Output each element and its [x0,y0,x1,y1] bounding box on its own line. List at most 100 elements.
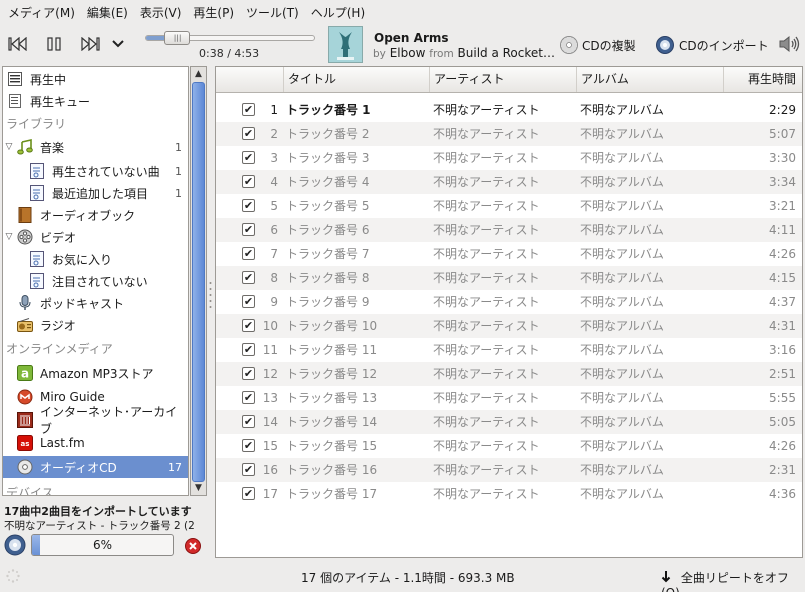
table-row[interactable]: ✔ 13 トラック番号 13 不明なアーティスト 不明なアルバム 5:55 [216,386,802,410]
pane-divider-handle[interactable] [208,280,213,310]
table-row[interactable]: ✔ 16 トラック番号 16 不明なアーティスト 不明なアルバム 2:31 [216,458,802,482]
menu-playback[interactable]: 再生(P) [189,4,238,21]
table-row[interactable]: ✔ 3 トラック番号 3 不明なアーティスト 不明なアルバム 3:30 [216,146,802,170]
sidebar-item-videos[interactable]: ▽ ビデオ [3,226,188,248]
sidebar-item-unplayed[interactable]: 再生されていない曲 1 [3,160,188,182]
repeat-toggle-button[interactable]: 全曲リピートをオフ(O) [661,569,805,592]
playback-menu-button[interactable] [108,32,128,56]
table-row[interactable]: ✔ 4 トラック番号 4 不明なアーティスト 不明なアルバム 3:34 [216,170,802,194]
track-checkbox[interactable]: ✔ [242,463,255,476]
menu-tools[interactable]: ツール(T) [242,4,303,21]
track-checkbox[interactable]: ✔ [242,151,255,164]
table-row[interactable]: ✔ 9 トラック番号 9 不明なアーティスト 不明なアルバム 4:37 [216,290,802,314]
menu-help[interactable]: ヘルプ(H) [307,4,369,21]
track-album: 不明なアルバム [580,343,664,357]
track-title: トラック番号 15 [286,439,378,453]
track-album: 不明なアルバム [580,367,664,381]
menu-view[interactable]: 表示(V) [136,4,186,21]
cd-icon [560,36,578,54]
track-checkbox[interactable]: ✔ [242,439,255,452]
track-checkbox[interactable]: ✔ [242,487,255,500]
table-row[interactable]: ✔ 14 トラック番号 14 不明なアーティスト 不明なアルバム 5:05 [216,410,802,434]
track-checkbox[interactable]: ✔ [242,343,255,356]
table-row[interactable]: ✔ 10 トラック番号 10 不明なアーティスト 不明なアルバム 4:31 [216,314,802,338]
previous-button[interactable] [6,32,30,56]
track-artist: 不明なアーティスト [433,295,540,309]
volume-button[interactable] [777,32,801,56]
pause-button[interactable] [42,32,66,56]
sidebar-item-audio-cd[interactable]: オーディオCD 17 [3,456,188,478]
column-header-title[interactable]: タイトル [283,67,429,92]
seek-slider-handle[interactable]: | | | [164,31,191,45]
sidebar-item-radio[interactable]: ラジオ [3,314,188,336]
sidebar-item-label: ポッドキャスト [40,296,125,311]
sidebar-item-lastfm[interactable]: as Last.fm [3,432,188,454]
import-progress-label: 6% [92,538,113,552]
track-checkbox[interactable]: ✔ [242,415,255,428]
import-cd-button[interactable]: CDのインポート [655,34,769,56]
item-count: 1 [175,164,182,178]
scroll-down-arrow-icon[interactable]: ▼ [191,481,206,495]
track-checkbox[interactable]: ✔ [242,391,255,404]
scroll-up-arrow-icon[interactable]: ▲ [191,67,206,81]
table-row[interactable]: ✔ 17 トラック番号 17 不明なアーティスト 不明なアルバム 4:36 [216,482,802,506]
table-row[interactable]: ✔ 6 トラック番号 6 不明なアーティスト 不明なアルバム 4:11 [216,218,802,242]
sidebar-item-unwatched[interactable]: 注目されていない [3,270,188,292]
sidebar-item-amazon-mp3[interactable]: a Amazon MP3ストア [3,362,188,384]
menu-edit[interactable]: 編集(E) [83,4,132,21]
column-header-check[interactable] [216,67,283,92]
track-duration: 4:26 [769,439,796,453]
sidebar-item-recently-added[interactable]: 最近追加した項目 1 [3,182,188,204]
table-row[interactable]: ✔ 7 トラック番号 7 不明なアーティスト 不明なアルバム 4:26 [216,242,802,266]
source-sidebar: 再生中 再生キュー ライブラリ ▽ 音楽 1 再生されていない曲 1 最近追加し… [2,66,189,496]
table-row[interactable]: ✔ 12 トラック番号 12 不明なアーティスト 不明なアルバム 2:51 [216,362,802,386]
sidebar-scrollbar[interactable]: ▲ ▼ [190,66,207,496]
next-button[interactable] [78,32,102,56]
track-checkbox[interactable]: ✔ [242,367,255,380]
track-title: トラック番号 17 [286,487,378,501]
radio-icon [17,317,33,333]
rip-cd-button[interactable]: CDの複製 [560,34,636,56]
track-checkbox[interactable]: ✔ [242,247,255,260]
track-checkbox[interactable]: ✔ [242,175,255,188]
sidebar-item-play-queue[interactable]: 再生キュー [3,90,188,112]
seek-slider[interactable]: | | | [145,31,315,45]
sidebar-item-internet-archive[interactable]: インターネット･アーカイブ [3,405,188,436]
album-art[interactable] [328,26,363,63]
track-album: 不明なアルバム [580,487,664,501]
sidebar-item-now-playing[interactable]: 再生中 [3,68,188,90]
track-checkbox[interactable]: ✔ [242,319,255,332]
import-status-title: 17曲中2曲目をインポートしています [4,505,192,518]
track-duration: 2:29 [769,103,796,117]
table-row[interactable]: ✔ 5 トラック番号 5 不明なアーティスト 不明なアルバム 3:21 [216,194,802,218]
table-row[interactable]: ✔ 2 トラック番号 2 不明なアーティスト 不明なアルバム 5:07 [216,122,802,146]
table-row[interactable]: ✔ 15 トラック番号 15 不明なアーティスト 不明なアルバム 4:26 [216,434,802,458]
expander-icon[interactable]: ▽ [3,142,15,152]
track-number: 4 [270,175,278,189]
track-checkbox[interactable]: ✔ [242,295,255,308]
table-row[interactable]: ✔ 1 トラック番号 1 不明なアーティスト 不明なアルバム 2:29 [216,98,802,122]
column-header-artist[interactable]: アーティスト [429,67,576,92]
lastfm-icon: as [17,435,33,451]
track-duration: 4:26 [769,247,796,261]
expander-icon[interactable]: ▽ [3,232,15,242]
sidebar-item-podcasts[interactable]: ポッドキャスト [3,292,188,314]
track-checkbox[interactable]: ✔ [242,223,255,236]
track-checkbox[interactable]: ✔ [242,127,255,140]
column-header-album[interactable]: アルバム [576,67,723,92]
track-title: トラック番号 1 [286,103,371,117]
track-checkbox[interactable]: ✔ [242,199,255,212]
cancel-import-button[interactable] [185,538,201,554]
sidebar-item-audiobooks[interactable]: オーディオブック [3,204,188,226]
sidebar-item-music[interactable]: ▽ 音楽 1 [3,136,188,158]
sidebar-item-label: 再生されていない曲 [52,164,160,179]
table-row[interactable]: ✔ 11 トラック番号 11 不明なアーティスト 不明なアルバム 3:16 [216,338,802,362]
sidebar-item-favorites[interactable]: お気に入り [3,248,188,270]
column-header-duration[interactable]: 再生時間 [723,67,802,92]
repeat-label: 全曲リピートをオフ(O) [661,571,789,592]
scrollbar-thumb[interactable] [192,82,205,482]
table-row[interactable]: ✔ 8 トラック番号 8 不明なアーティスト 不明なアルバム 4:15 [216,266,802,290]
track-checkbox[interactable]: ✔ [242,271,255,284]
menu-media[interactable]: メディア(M) [4,4,79,21]
track-checkbox[interactable]: ✔ [242,103,255,116]
